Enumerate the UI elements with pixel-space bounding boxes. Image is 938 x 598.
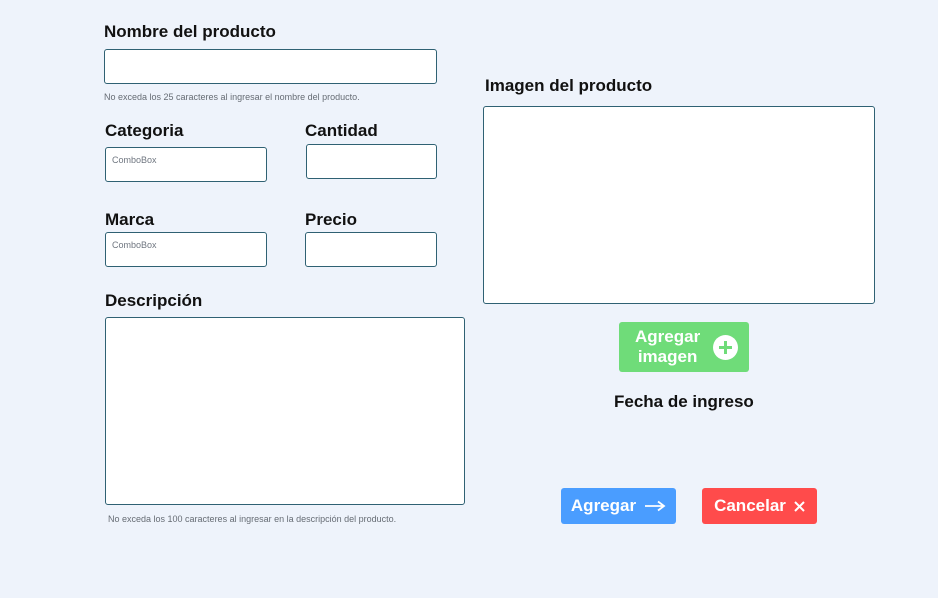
category-label: Categoria: [105, 121, 184, 140]
product-image-preview: [483, 106, 875, 304]
submit-button-label: Agregar: [570, 496, 637, 515]
plus-circle-icon: [713, 335, 738, 360]
add-image-button-label-line1: Agregar: [635, 327, 701, 346]
close-icon: [794, 500, 805, 512]
cancel-button-label: Cancelar: [714, 496, 786, 515]
description-textarea[interactable]: [105, 317, 465, 505]
brand-combobox[interactable]: ComboBox: [105, 232, 267, 267]
product-image-label: Imagen del producto: [485, 76, 653, 95]
quantity-input[interactable]: [306, 144, 437, 179]
category-combobox[interactable]: ComboBox: [105, 147, 267, 182]
product-name-hint: No exceda los 25 caracteres al ingresar …: [104, 92, 360, 102]
add-image-button[interactable]: Agregar imagen: [619, 322, 749, 372]
price-label: Precio: [305, 210, 357, 229]
entry-date-label: Fecha de ingreso: [614, 392, 754, 411]
description-hint: No exceda los 100 caracteres al ingresar…: [108, 514, 397, 524]
submit-button[interactable]: Agregar: [561, 488, 676, 524]
category-combobox-value: ComboBox: [112, 155, 157, 165]
add-image-button-label-line2: imagen: [637, 347, 698, 366]
product-name-input[interactable]: [104, 49, 437, 84]
add-image-button-label: Agregar imagen: [635, 327, 700, 367]
description-label: Descripción: [105, 291, 203, 310]
product-name-label: Nombre del producto: [104, 22, 276, 41]
quantity-label: Cantidad: [305, 121, 378, 140]
cancel-button[interactable]: Cancelar: [702, 488, 817, 524]
arrow-right-icon: [644, 500, 666, 512]
brand-combobox-value: ComboBox: [112, 240, 157, 250]
price-input[interactable]: [305, 232, 437, 267]
brand-label: Marca: [105, 210, 155, 229]
